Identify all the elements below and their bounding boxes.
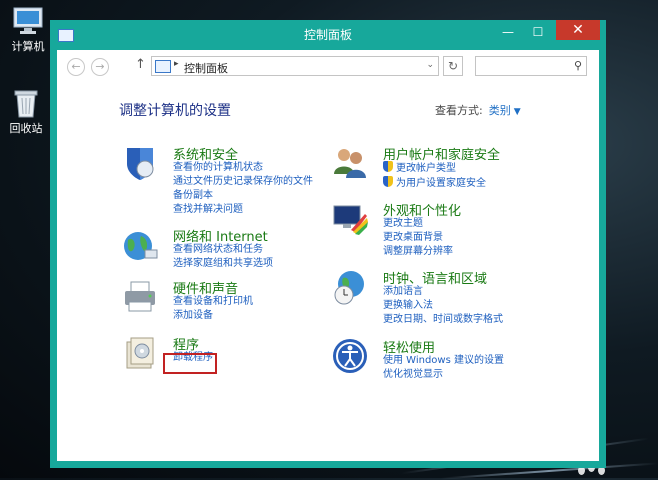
- link-change-desktop-background[interactable]: 更改桌面背景: [383, 231, 453, 245]
- view-by-label: 查看方式:: [435, 104, 483, 117]
- desktop-icon-computer[interactable]: 计算机: [2, 6, 54, 54]
- link-homegroup-sharing[interactable]: 选择家庭组和共享选项: [173, 257, 273, 271]
- network-globe-icon: [121, 226, 159, 264]
- users-icon: [331, 144, 369, 182]
- close-button[interactable]: ✕: [556, 20, 600, 40]
- desktop-icon-label: 计算机: [11, 40, 45, 53]
- link-label: 为用户设置家庭安全: [396, 178, 486, 189]
- refresh-button[interactable]: ↻: [443, 56, 463, 76]
- link-recommended-settings[interactable]: 使用 Windows 建议的设置: [383, 354, 504, 368]
- desktop-icon-label: 回收站: [9, 122, 43, 135]
- link-backup-copy[interactable]: 备份副本: [173, 189, 313, 203]
- clock-globe-icon: [331, 268, 369, 306]
- link-add-device[interactable]: 添加设备: [173, 309, 253, 323]
- back-button[interactable]: ←: [67, 58, 85, 76]
- view-by-dropdown[interactable]: 类别: [489, 104, 511, 117]
- search-input[interactable]: ⚲: [475, 56, 587, 76]
- control-panel-icon: [155, 60, 171, 73]
- appearance-icon: [331, 200, 369, 238]
- breadcrumb-separator: ▸: [174, 59, 179, 69]
- link-troubleshoot[interactable]: 查找并解决问题: [173, 203, 313, 217]
- search-icon[interactable]: ⚲: [574, 59, 582, 72]
- highlight-box: [163, 353, 217, 374]
- programs-icon: [121, 334, 159, 372]
- desktop-icon-recycle-bin[interactable]: 回收站: [0, 88, 52, 136]
- minimize-button[interactable]: —: [494, 23, 522, 41]
- link-change-input-method[interactable]: 更换输入法: [383, 299, 503, 313]
- maximize-button[interactable]: ☐: [524, 23, 552, 41]
- link-devices-printers[interactable]: 查看设备和打印机: [173, 295, 253, 309]
- shield-icon: [121, 144, 159, 182]
- link-add-language[interactable]: 添加语言: [383, 285, 503, 299]
- link-screen-resolution[interactable]: 调整屏幕分辨率: [383, 245, 453, 259]
- control-panel-window: 控制面板 — ☐ ✕ ← → ↑ ▸ 控制面板 ⌄ ↻ ⚲ 调整计算机的设置 查…: [50, 20, 606, 468]
- uac-shield-icon: [383, 176, 393, 187]
- chevron-down-icon[interactable]: ▼: [514, 107, 521, 117]
- link-network-status[interactable]: 查看网络状态和任务: [173, 243, 273, 257]
- client-area: ← → ↑ ▸ 控制面板 ⌄ ↻ ⚲ 调整计算机的设置 查看方式: 类别 ▼ 系统和…: [57, 50, 599, 461]
- breadcrumb-control-panel[interactable]: 控制面板: [184, 60, 228, 76]
- view-by: 查看方式: 类别 ▼: [435, 102, 521, 118]
- computer-icon: [11, 6, 45, 36]
- link-view-computer-status[interactable]: 查看你的计算机状态: [173, 161, 313, 175]
- link-optimize-visual-display[interactable]: 优化视觉显示: [383, 368, 504, 382]
- link-label: 更改帐户类型: [396, 163, 456, 174]
- printer-icon: [121, 278, 159, 316]
- recycle-bin-icon: [9, 88, 43, 118]
- up-button[interactable]: ↑: [135, 57, 146, 72]
- link-file-history[interactable]: 通过文件历史记录保存你的文件: [173, 175, 313, 189]
- title-bar[interactable]: 控制面板 — ☐ ✕: [50, 20, 606, 48]
- link-family-safety[interactable]: 为用户设置家庭安全: [383, 176, 486, 191]
- ease-of-access-icon: [331, 337, 369, 375]
- page-heading: 调整计算机的设置: [119, 103, 231, 119]
- address-bar[interactable]: ▸ 控制面板 ⌄: [151, 56, 439, 76]
- uac-shield-icon: [383, 161, 393, 172]
- link-change-theme[interactable]: 更改主题: [383, 217, 453, 231]
- forward-button[interactable]: →: [91, 58, 109, 76]
- link-date-time-format[interactable]: 更改日期、时间或数字格式: [383, 313, 503, 327]
- address-dropdown-icon[interactable]: ⌄: [426, 60, 434, 70]
- link-change-account-type[interactable]: 更改帐户类型: [383, 161, 486, 176]
- window-title: 控制面板: [303, 28, 352, 42]
- navigation-bar: ← → ↑ ▸ 控制面板 ⌄ ↻ ⚲: [57, 50, 599, 84]
